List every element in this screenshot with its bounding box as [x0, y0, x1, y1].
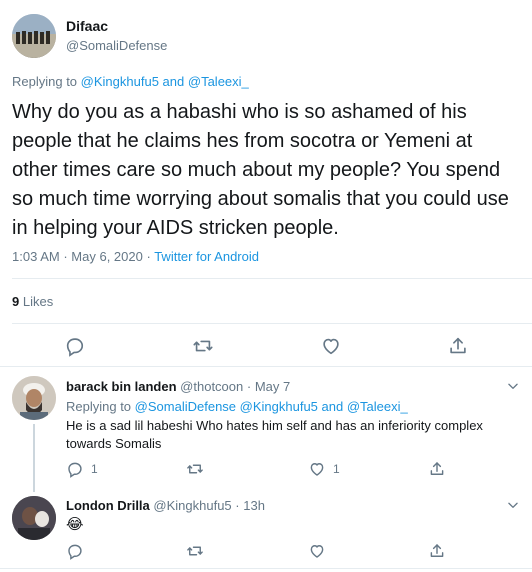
reply2-separator: ·: [235, 498, 240, 513]
reply1-like-count: 1: [333, 462, 340, 476]
meta-separator: ·: [146, 249, 151, 264]
divider: [12, 323, 532, 324]
reply1-separator: ·: [246, 379, 252, 394]
tweet-source[interactable]: Twitter for Android: [154, 249, 259, 264]
replying-to: Replying to @Kingkhufu5 and @Taleexi_: [12, 74, 249, 89]
likes-count: 9: [12, 294, 20, 309]
mention-somalidefense[interactable]: @SomaliDefense: [135, 399, 236, 414]
avatar-kingkhufu5[interactable]: [12, 496, 56, 540]
tweet-text: Why do you as a habashi who is so ashame…: [12, 101, 509, 239]
heart-icon[interactable]: [320, 335, 342, 357]
mention-kingkhufu5[interactable]: @Kingkhufu5: [240, 399, 318, 414]
meta-separator: ·: [63, 249, 68, 264]
reply1-text: He is a sad lil habeshi Who hates him se…: [66, 418, 483, 451]
author-handle[interactable]: @SomaliDefense: [66, 38, 167, 53]
retweet-icon[interactable]: [192, 335, 214, 357]
author-name[interactable]: Difaac: [66, 18, 108, 34]
divider: [0, 366, 532, 367]
reply1-author-name[interactable]: barack bin landen: [66, 379, 177, 394]
mention-and[interactable]: and: [322, 399, 344, 414]
retweet-icon[interactable]: [186, 460, 204, 478]
retweet-icon[interactable]: [186, 542, 204, 560]
reply2-text: 😂: [66, 516, 84, 533]
share-icon[interactable]: [447, 335, 469, 357]
divider: [12, 278, 532, 279]
reply2-header: London Drilla @Kingkhufu5 · 13h: [66, 498, 265, 513]
reply2-author-name[interactable]: London Drilla: [66, 498, 150, 513]
heart-icon[interactable]: [308, 542, 326, 560]
mention-and[interactable]: and: [163, 74, 185, 89]
chevron-down-icon[interactable]: [506, 379, 520, 393]
mention-taleexi[interactable]: @Taleexi_: [347, 399, 408, 414]
replying-to-label: Replying to: [66, 399, 132, 414]
avatar-thotcoon[interactable]: [12, 376, 56, 420]
mention-taleexi[interactable]: @Taleexi_: [188, 74, 249, 89]
avatar-difaac[interactable]: [12, 14, 56, 58]
share-icon[interactable]: [428, 542, 446, 560]
reply1-header: barack bin landen @thotcoon · May 7: [66, 379, 290, 394]
reply1-replying-to: Replying to @SomaliDefense @Kingkhufu5 a…: [66, 399, 408, 414]
reply2-author-handle[interactable]: @Kingkhufu5: [153, 498, 231, 513]
tweet-meta: 1:03 AM · May 6, 2020 · Twitter for Andr…: [12, 249, 259, 264]
reply-icon[interactable]: [66, 460, 84, 478]
replying-to-label: Replying to: [12, 74, 78, 89]
heart-icon[interactable]: [308, 460, 326, 478]
reply2-date[interactable]: 13h: [243, 498, 265, 513]
chevron-down-icon[interactable]: [506, 498, 520, 512]
share-icon[interactable]: [428, 460, 446, 478]
reply1-date[interactable]: May 7: [255, 379, 290, 394]
tweet-time[interactable]: 1:03 AM: [12, 249, 60, 264]
reply1-author-handle[interactable]: @thotcoon: [180, 379, 243, 394]
reply1-reply-count: 1: [91, 462, 98, 476]
divider: [0, 568, 532, 569]
reply-icon[interactable]: [66, 542, 84, 560]
likes-label: Likes: [22, 294, 54, 309]
likes-stat[interactable]: 9 Likes: [12, 294, 53, 309]
mention-kingkhufu5[interactable]: @Kingkhufu5: [81, 74, 159, 89]
reply-icon[interactable]: [64, 335, 86, 357]
tweet-date[interactable]: May 6, 2020: [71, 249, 143, 264]
thread-line: [33, 424, 35, 492]
